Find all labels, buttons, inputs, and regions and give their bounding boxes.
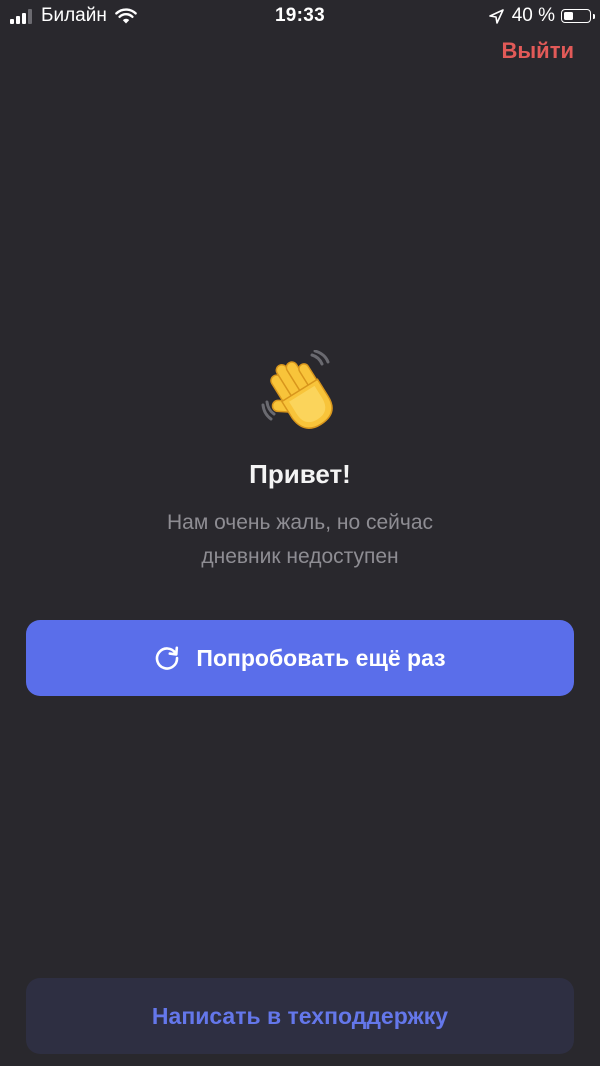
contact-support-label: Написать в техподдержку xyxy=(151,1002,449,1029)
battery-cap xyxy=(592,13,595,19)
message-line-1: Нам очень жаль, но сейчас xyxy=(166,511,434,534)
status-bar-right: 40 % xyxy=(488,4,595,28)
location-icon xyxy=(488,8,504,24)
message-line-2: дневник недоступен xyxy=(201,545,399,568)
waving-hand-icon xyxy=(261,350,333,429)
logout-button[interactable]: Выйти xyxy=(502,38,575,64)
battery-level-fill xyxy=(564,12,574,20)
retry-button[interactable]: Попробовать ещё раз xyxy=(26,620,574,696)
greeting-title: Привет! xyxy=(249,459,351,489)
status-bar: Билайн 19:33 40 % xyxy=(0,0,600,34)
retry-label: Попробовать ещё раз xyxy=(196,644,446,671)
unavailable-message: Нам очень жаль, но сейчас дневник недост… xyxy=(90,506,510,574)
refresh-icon xyxy=(156,646,179,670)
battery-percent: 40 % xyxy=(511,5,555,26)
contact-support-button[interactable]: Написать в техподдержку xyxy=(26,978,574,1054)
battery-icon xyxy=(561,9,595,23)
